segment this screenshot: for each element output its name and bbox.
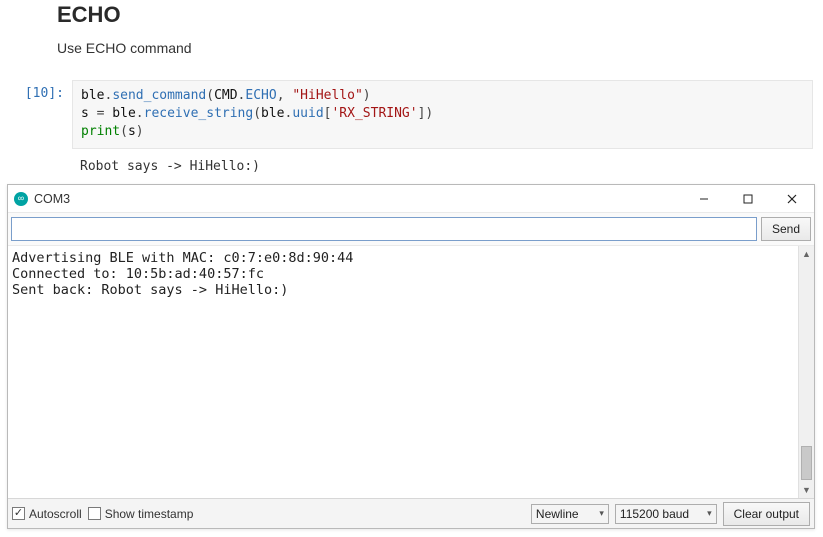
- code-token: send_command: [112, 88, 206, 103]
- code-token: ]): [418, 106, 434, 121]
- vertical-scrollbar[interactable]: ▲ ▼: [798, 246, 814, 498]
- code-input[interactable]: ble.send_command(CMD.ECHO, "HiHello") s …: [72, 80, 813, 149]
- code-cell: [10]: ble.send_command(CMD.ECHO, "HiHell…: [0, 80, 823, 149]
- autoscroll-label: Autoscroll: [29, 507, 82, 521]
- code-token: "HiHello": [292, 88, 362, 103]
- close-button[interactable]: [770, 185, 814, 212]
- maximize-button[interactable]: [726, 185, 770, 212]
- line-ending-select[interactable]: Newline ▾: [531, 504, 609, 524]
- window-titlebar: COM3: [8, 185, 814, 213]
- code-token: s: [128, 124, 136, 139]
- section-heading: ECHO: [57, 0, 823, 28]
- chevron-down-icon: ▾: [707, 508, 712, 519]
- timestamp-checkbox[interactable]: Show timestamp: [88, 507, 194, 521]
- send-button[interactable]: Send: [761, 217, 811, 241]
- serial-monitor-window: COM3 Send Advertising BLE with MAC: c0:7…: [7, 184, 815, 529]
- code-token: ECHO: [245, 88, 276, 103]
- line-ending-value: Newline: [536, 507, 579, 521]
- scrollbar-thumb[interactable]: [801, 446, 812, 480]
- code-token: print: [81, 124, 120, 139]
- code-token: 'RX_STRING': [331, 106, 417, 121]
- terminal-line: Connected to: 10:5b:ad:40:57:fc: [12, 266, 264, 282]
- section-subheading: Use ECHO command: [57, 40, 823, 56]
- timestamp-label: Show timestamp: [105, 507, 194, 521]
- clear-output-button[interactable]: Clear output: [723, 502, 810, 526]
- arduino-icon: [14, 192, 28, 206]
- code-token: uuid: [292, 106, 323, 121]
- code-token: receive_string: [144, 106, 254, 121]
- minimize-button[interactable]: [682, 185, 726, 212]
- code-token: ): [136, 124, 144, 139]
- code-token: .: [136, 106, 144, 121]
- send-row: Send: [8, 213, 814, 246]
- autoscroll-checkbox[interactable]: Autoscroll: [12, 507, 82, 521]
- code-token: ble: [104, 106, 135, 121]
- serial-output[interactable]: Advertising BLE with MAC: c0:7:e0:8d:90:…: [8, 246, 798, 498]
- cell-prompt: [10]:: [0, 80, 72, 149]
- notebook-section: ECHO Use ECHO command [10]: ble. send_com…: [0, 0, 823, 184]
- terminal-area: Advertising BLE with MAC: c0:7:e0:8d:90:…: [8, 246, 814, 499]
- window-title: COM3: [34, 192, 682, 206]
- scroll-down-arrow-icon[interactable]: ▼: [799, 482, 814, 498]
- checkbox-icon: [88, 507, 101, 520]
- status-bar: Autoscroll Show timestamp Newline ▾ 1152…: [8, 499, 814, 528]
- baud-value: 115200 baud: [620, 507, 689, 521]
- chevron-down-icon: ▾: [599, 508, 604, 519]
- code-token: ,: [277, 88, 293, 103]
- notebook-header: ECHO Use ECHO command: [0, 0, 823, 62]
- checkbox-icon: [12, 507, 25, 520]
- code-token: ble: [261, 106, 284, 121]
- code-token: ble: [81, 88, 104, 103]
- scroll-up-arrow-icon[interactable]: ▲: [799, 246, 814, 262]
- code-token: ): [363, 88, 371, 103]
- code-token: (: [206, 88, 214, 103]
- code-token: CMD: [214, 88, 237, 103]
- terminal-line: Sent back: Robot says -> HiHello:): [12, 282, 288, 298]
- code-token: (: [120, 124, 128, 139]
- baud-rate-select[interactable]: 115200 baud ▾: [615, 504, 717, 524]
- cell-output: Robot says -> HiHello:): [72, 155, 823, 184]
- terminal-line: Advertising BLE with MAC: c0:7:e0:8d:90:…: [12, 250, 353, 266]
- serial-send-input[interactable]: [11, 217, 757, 241]
- code-token: (: [253, 106, 261, 121]
- window-controls: [682, 185, 814, 212]
- code-token: s: [81, 106, 97, 121]
